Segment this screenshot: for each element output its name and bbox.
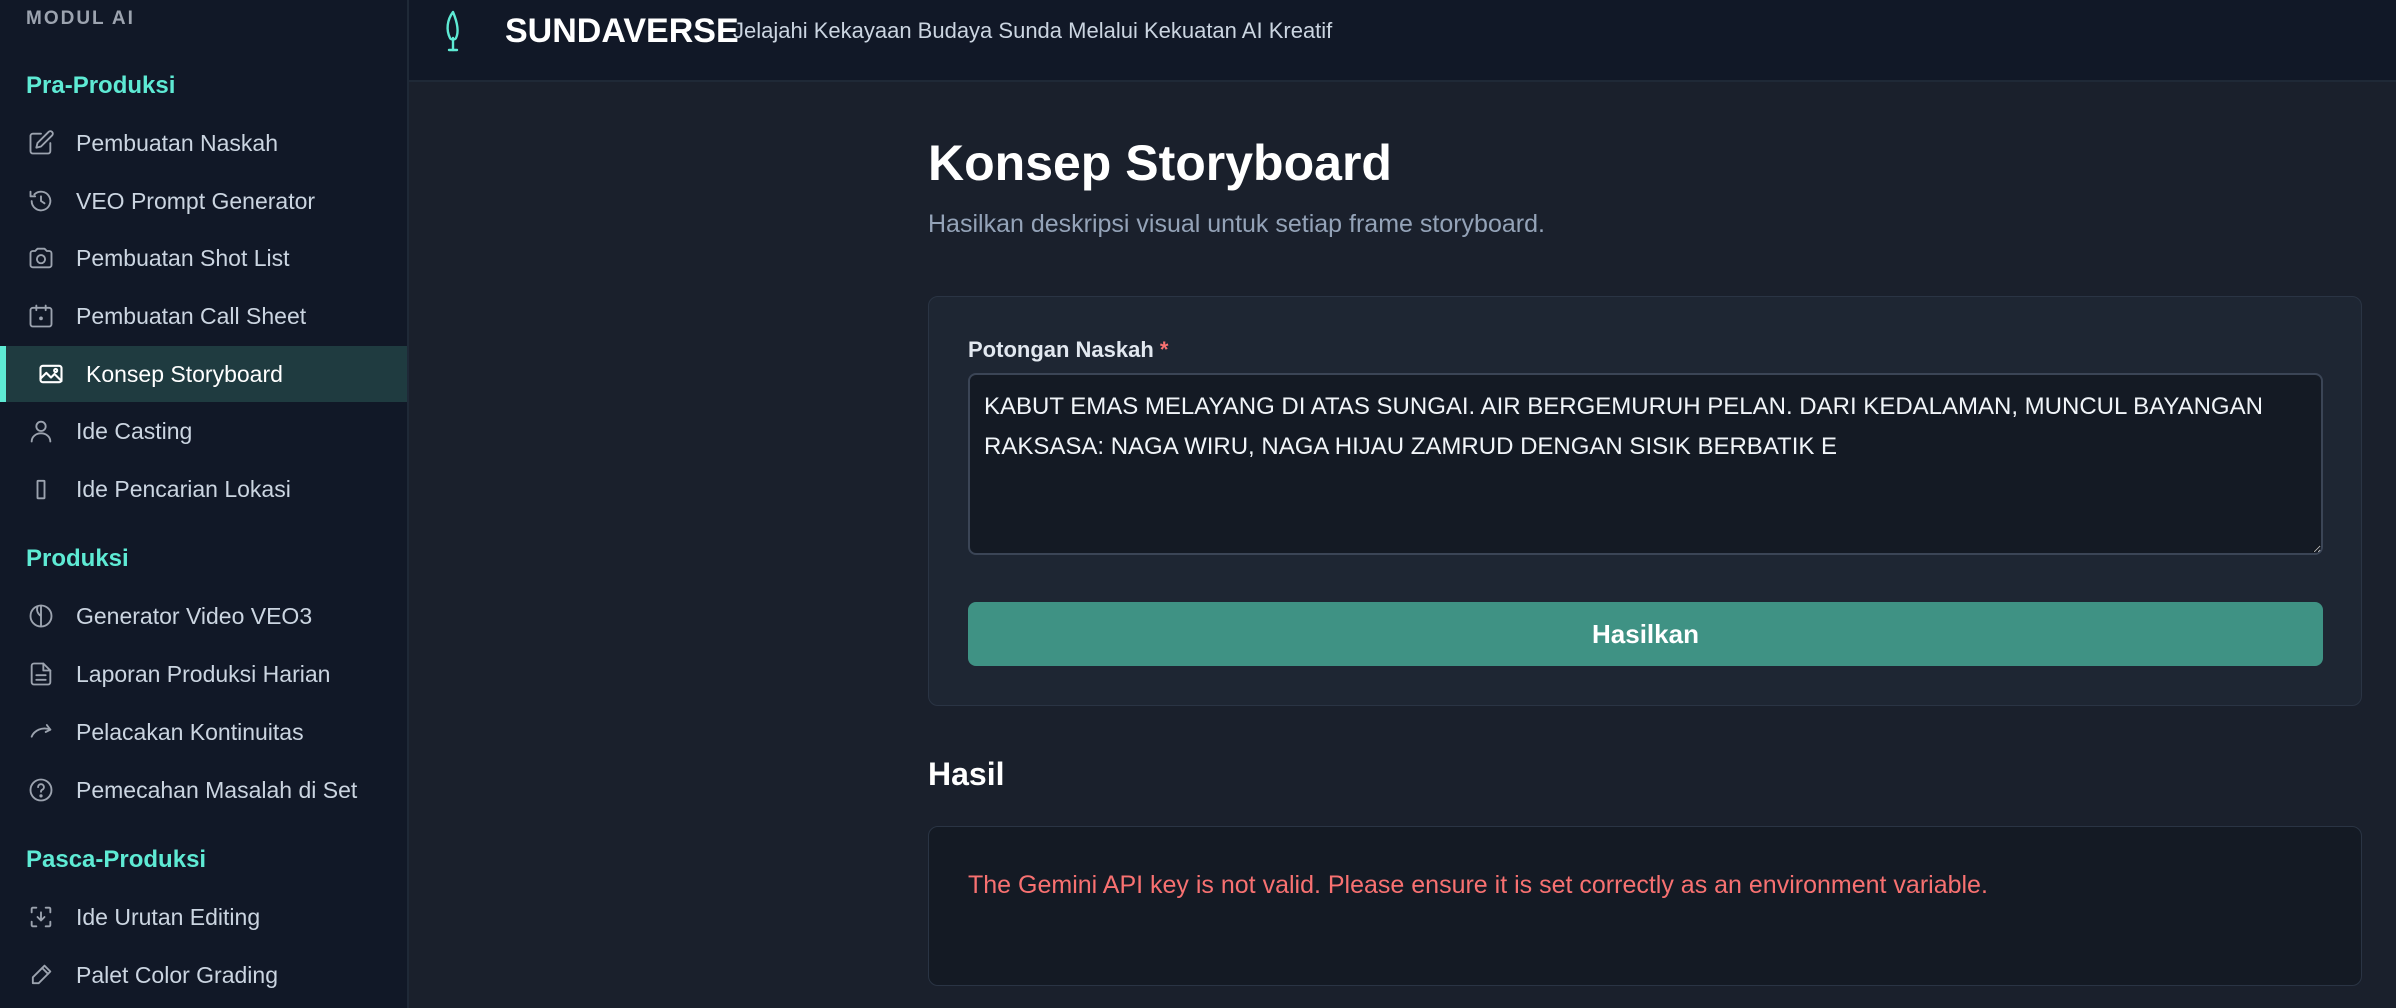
sidebar-item-label: Ide Urutan Editing bbox=[76, 903, 261, 930]
eyedropper-icon bbox=[26, 960, 56, 990]
sparkle-cycle-icon bbox=[26, 186, 56, 216]
kujang-icon bbox=[439, 8, 467, 56]
sidebar-item-label: Pembuatan Shot List bbox=[76, 244, 290, 271]
sidebar-item-pelacakan-kontinuitas[interactable]: Pelacakan Kontinuitas bbox=[0, 704, 407, 760]
image-icon bbox=[36, 359, 66, 389]
camera-icon bbox=[26, 243, 56, 273]
section-title-produksi: Produksi bbox=[26, 545, 129, 572]
sidebar-item-pembuatan-shot-list[interactable]: Pembuatan Shot List bbox=[0, 230, 407, 286]
script-field-label: Potongan Naskah * bbox=[968, 337, 1168, 363]
sidebar-item-ide-urutan-editing[interactable]: Ide Urutan Editing bbox=[0, 889, 407, 945]
sidebar-item-pemecahan-masalah-di-set[interactable]: Pemecahan Masalah di Set bbox=[0, 762, 407, 818]
sidebar-item-ide-pencarian-lokasi[interactable]: Ide Pencarian Lokasi bbox=[0, 461, 407, 517]
document-icon bbox=[26, 659, 56, 689]
sidebar-item-label: VEO Prompt Generator bbox=[76, 187, 316, 214]
brand-title[interactable]: SUNDAVERSE bbox=[505, 12, 739, 51]
sidebar-item-label: Ide Casting bbox=[76, 417, 193, 444]
result-card: The Gemini API key is not valid. Please … bbox=[928, 826, 2362, 986]
sidebar: MODUL AI Pra-Produksi Pembuatan Naskah V… bbox=[0, 0, 409, 1008]
sidebar-item-label: Pelacakan Kontinuitas bbox=[76, 718, 304, 745]
sidebar-item-label: Palet Color Grading bbox=[76, 961, 278, 988]
sidebar-item-generator-video-veo3[interactable]: Generator Video VEO3 bbox=[0, 588, 407, 644]
sidebar-item-ide-casting[interactable]: Ide Casting bbox=[0, 403, 407, 459]
brand-tagline: Jelajahi Kekayaan Budaya Sunda Melalui K… bbox=[733, 18, 1333, 43]
required-asterisk: * bbox=[1159, 337, 1169, 362]
top-header: SUNDAVERSE Jelajahi Kekayaan Budaya Sund… bbox=[409, 0, 2396, 82]
result-title: Hasil bbox=[928, 756, 1005, 792]
sidebar-item-veo-prompt-generator[interactable]: VEO Prompt Generator bbox=[0, 173, 407, 229]
script-textarea[interactable]: KABUT EMAS MELAYANG DI ATAS SUNGAI. AIR … bbox=[968, 373, 2323, 555]
section-title-pra-produksi: Pra-Produksi bbox=[26, 72, 176, 99]
script-field-label-text: Potongan Naskah bbox=[968, 337, 1154, 362]
pencil-square-icon bbox=[26, 128, 56, 158]
generate-button[interactable]: Hasilkan bbox=[968, 602, 2323, 666]
sidebar-item-palet-color-grading[interactable]: Palet Color Grading bbox=[0, 947, 407, 1003]
sidebar-item-pembuatan-naskah[interactable]: Pembuatan Naskah bbox=[0, 115, 407, 171]
location-icon bbox=[26, 474, 56, 504]
sidebar-item-label: Pemecahan Masalah di Set bbox=[76, 776, 358, 803]
section-title-pasca-produksi: Pasca-Produksi bbox=[26, 846, 207, 873]
sidebar-item-label: Pembuatan Call Sheet bbox=[76, 302, 307, 329]
sidebar-item-laporan-produksi-harian[interactable]: Laporan Produksi Harian bbox=[0, 646, 407, 702]
sidebar-item-konsep-storyboard[interactable]: Konsep Storyboard bbox=[0, 346, 407, 402]
return-arrow-icon bbox=[26, 717, 56, 747]
user-icon bbox=[26, 416, 56, 446]
error-message: The Gemini API key is not valid. Please … bbox=[968, 871, 1988, 899]
sidebar-item-label: Konsep Storyboard bbox=[86, 360, 283, 387]
sidebar-item-pembuatan-call-sheet[interactable]: Pembuatan Call Sheet bbox=[0, 288, 407, 344]
aperture-icon bbox=[26, 601, 56, 631]
sidebar-item-label: Ide Pencarian Lokasi bbox=[76, 475, 291, 502]
question-circle-icon bbox=[26, 775, 56, 805]
sidebar-heading: MODUL AI bbox=[26, 8, 135, 29]
sidebar-item-label: Generator Video VEO3 bbox=[76, 602, 313, 629]
calendar-icon bbox=[26, 301, 56, 331]
page-subtitle: Hasilkan deskripsi visual untuk setiap f… bbox=[928, 210, 1545, 238]
form-card: Potongan Naskah * KABUT EMAS MELAYANG DI … bbox=[928, 296, 2362, 706]
page-title: Konsep Storyboard bbox=[928, 135, 1392, 191]
download-frame-icon bbox=[26, 902, 56, 932]
sidebar-item-label: Pembuatan Naskah bbox=[76, 129, 279, 156]
sidebar-item-label: Laporan Produksi Harian bbox=[76, 660, 331, 687]
